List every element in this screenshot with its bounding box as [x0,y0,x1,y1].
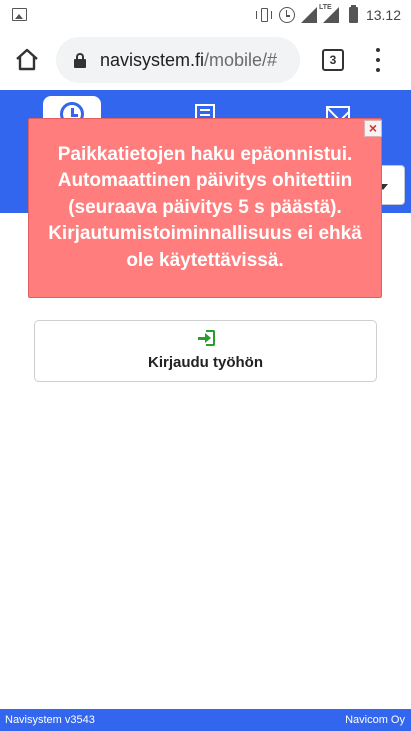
tabs-button[interactable]: 3 [322,49,344,71]
browser-toolbar: navisystem.fi/mobile/# 3 [0,30,411,90]
lte-signal-icon: LTE [319,4,343,23]
alarm-icon [278,7,295,23]
menu-button[interactable] [372,48,384,72]
status-bar: LTE 13.12 [0,0,411,30]
url-text: navisystem.fi/mobile/# [100,50,277,71]
login-label: Kirjaudu työhön [148,354,263,371]
vibrate-icon [255,7,273,23]
status-time: 13.12 [365,7,401,23]
status-icons: LTE 13.12 [255,4,401,25]
login-button[interactable]: Kirjaudu työhön [34,320,377,382]
url-domain: navisystem.fi [100,49,205,70]
home-icon [16,48,38,71]
home-button[interactable] [14,47,40,73]
footer-version: Navisystem v3543 [5,714,95,726]
error-alert: Paikkatietojen haku epäonnistui. Automaa… [28,118,382,298]
battery-icon [348,5,358,23]
footer-company: Navicom Oy [345,714,405,726]
lock-icon [74,52,86,68]
alert-close-button[interactable]: × [364,120,382,137]
footer: Navisystem v3543 Navicom Oy [0,709,411,731]
address-bar[interactable]: navisystem.fi/mobile/# [56,37,300,83]
image-icon [12,8,27,21]
sign-in-icon [198,330,216,346]
menu-icon [376,48,380,52]
url-path: /mobile/# [204,49,278,70]
alert-message: Paikkatietojen haku epäonnistui. Automaa… [48,143,362,271]
tab-count: 3 [329,53,337,67]
signal-icon [300,7,317,23]
network-label: LTE [318,4,332,11]
